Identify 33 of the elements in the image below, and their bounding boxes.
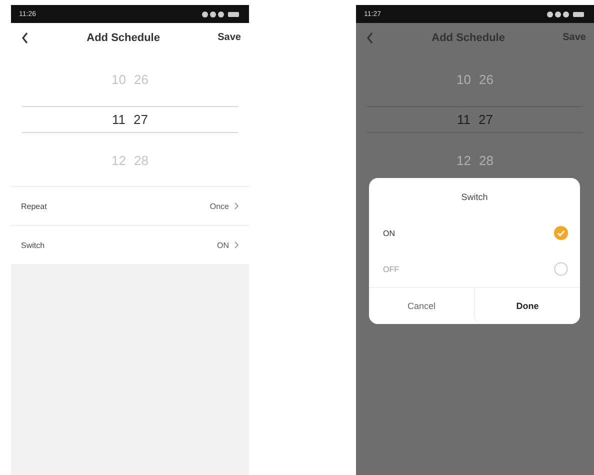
minute-value: 26 — [134, 72, 148, 86]
minute-value: 28 — [134, 152, 148, 168]
chevron-icon — [234, 241, 239, 249]
done-button[interactable]: Done — [474, 288, 580, 324]
chevron-icon — [234, 202, 239, 210]
minute-value: 26 — [479, 72, 494, 86]
row-label: Repeat — [21, 202, 47, 210]
option-label: OFF — [383, 264, 399, 274]
hour-value: 11 — [457, 112, 471, 127]
minute-value: 27 — [134, 112, 148, 127]
hour-value: 11 — [112, 112, 126, 127]
row-value: Once — [210, 202, 229, 210]
minute-value: 27 — [478, 112, 493, 127]
picker-row[interactable]: 11 27 — [22, 106, 238, 133]
option-row[interactable]: ON — [369, 215, 580, 251]
settings-row[interactable]: Repeat Once — [11, 186, 249, 225]
hour-value: 10 — [456, 72, 471, 86]
option-label: ON — [383, 228, 395, 238]
minute-value: 28 — [479, 152, 494, 168]
settings-row[interactable]: Switch ON — [11, 225, 249, 264]
hour-value: 12 — [456, 152, 471, 168]
picker-row[interactable]: 11 27 — [367, 106, 583, 133]
status-icons — [201, 10, 241, 18]
hour-value: 12 — [112, 152, 126, 168]
back-icon[interactable] — [21, 32, 29, 44]
status-icons — [546, 10, 586, 18]
row-label: Switch — [21, 240, 45, 250]
save-button[interactable]: Save — [218, 32, 241, 43]
screen-title: Add Schedule — [432, 32, 505, 44]
dialog-title: Switch — [460, 190, 489, 204]
row-value: ON — [217, 240, 229, 250]
hour-value: 10 — [112, 72, 126, 86]
screen-title: Add Schedule — [86, 32, 160, 44]
